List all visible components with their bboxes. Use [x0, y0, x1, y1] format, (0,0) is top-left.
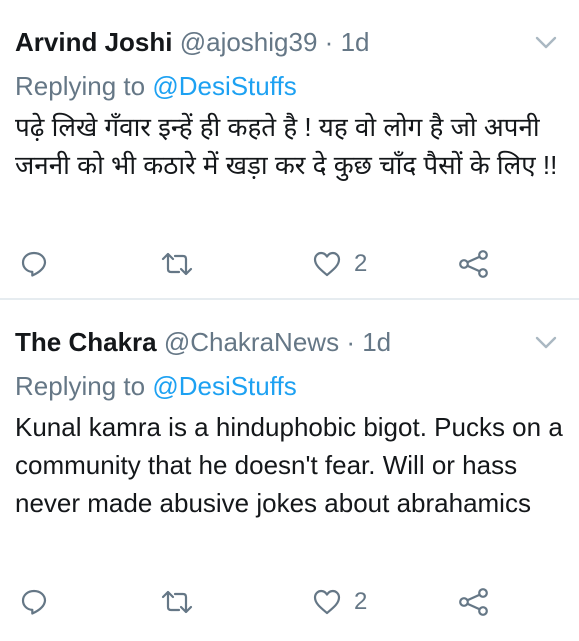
heart-icon — [313, 589, 341, 615]
author-handle[interactable]: @ChakraNews — [164, 327, 339, 357]
tweet-actions: 2 — [0, 582, 579, 622]
chevron-down-icon[interactable] — [535, 336, 557, 350]
separator-dot: · — [346, 327, 355, 357]
retweet-button[interactable] — [160, 582, 194, 622]
tweet-actions: 2 — [0, 244, 579, 284]
like-button[interactable]: 2 — [312, 582, 367, 622]
share-icon — [459, 588, 488, 616]
like-count: 2 — [354, 588, 368, 615]
like-count: 2 — [354, 250, 368, 277]
heart-icon — [313, 251, 341, 277]
author-handle[interactable]: @ajoshig39 — [180, 27, 318, 57]
author-name[interactable]: The Chakra — [15, 327, 157, 357]
tweet-header: Arvind Joshi @ajoshig39 · 1d — [15, 26, 370, 58]
replying-to-line: Replying to @DesiStuffs — [15, 70, 297, 102]
replying-to-label: Replying to — [15, 71, 146, 101]
reply-button[interactable] — [20, 244, 48, 284]
share-icon — [459, 250, 488, 278]
chevron-down-icon[interactable] — [535, 36, 557, 50]
tweet[interactable]: The Chakra @ChakraNews · 1d Replying to … — [0, 300, 579, 641]
tweet-timestamp[interactable]: 1d — [341, 27, 370, 57]
reply-icon — [21, 589, 47, 615]
tweet-text: Kunal kamra is a hinduphobic bigot. Puck… — [15, 412, 563, 518]
replying-to-line: Replying to @DesiStuffs — [15, 370, 297, 402]
retweet-button[interactable] — [160, 244, 194, 284]
retweet-icon — [161, 590, 193, 614]
separator-dot: · — [324, 27, 334, 57]
reply-button[interactable] — [20, 582, 48, 622]
retweet-icon — [161, 252, 193, 276]
replying-to-label: Replying to — [15, 371, 146, 401]
mention-link[interactable]: @DesiStuffs — [152, 371, 296, 401]
tweet-timestamp[interactable]: 1d — [362, 327, 391, 357]
like-button[interactable]: 2 — [312, 244, 367, 284]
share-button[interactable] — [458, 244, 490, 284]
tweet[interactable]: Arvind Joshi @ajoshig39 · 1d Replying to… — [0, 0, 579, 298]
reply-icon — [21, 251, 47, 277]
tweet-header: The Chakra @ChakraNews · 1d — [15, 326, 391, 358]
share-button[interactable] — [458, 582, 490, 622]
tweet-text: पढ़े लिखे गँवार इन्हें ही कहते है ! यह व… — [15, 112, 558, 180]
author-name[interactable]: Arvind Joshi — [15, 27, 172, 57]
mention-link[interactable]: @DesiStuffs — [152, 71, 296, 101]
